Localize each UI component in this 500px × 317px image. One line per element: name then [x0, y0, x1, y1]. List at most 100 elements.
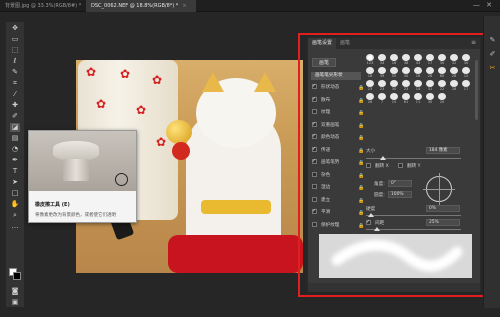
brush-tip-cell[interactable]: 20: [436, 93, 448, 104]
eyedropper-tool-icon[interactable]: ⁄: [10, 90, 20, 99]
brush-tip-cell[interactable]: 15: [388, 93, 400, 104]
size-slider-knob[interactable]: [380, 156, 386, 160]
screen-mode-icon[interactable]: ▣: [10, 298, 20, 307]
zoom-tool-icon[interactable]: ⌕: [10, 211, 20, 220]
brush-tip-cell[interactable]: 31: [424, 80, 436, 91]
lock-icon[interactable]: 🔒: [358, 197, 364, 205]
quick-select-tool-icon[interactable]: ✎: [10, 68, 20, 77]
brush-option-8[interactable]: 杂色: [312, 171, 330, 180]
flip-y-checkbox[interactable]: 翻转 Y: [398, 163, 420, 171]
brush-tip-cell[interactable]: 60: [436, 67, 448, 78]
tab-dsc-0062[interactable]: DSC_0062.NEF @ 18.8%(RGB/8*) * ×: [86, 0, 196, 12]
brush-tip-cell[interactable]: 17: [460, 80, 472, 91]
brush-settings-dock-icon[interactable]: ✎: [488, 36, 497, 45]
brush-tip-cell[interactable]: 61: [400, 93, 412, 104]
eraser-tool-icon[interactable]: ◪: [10, 123, 20, 132]
brush-tip-cell[interactable]: 26: [424, 67, 436, 78]
tab-background-image[interactable]: 背景图.jpg @ 33.3%(RGB/8#) *×: [0, 0, 86, 12]
tab-brushes[interactable]: 画笔: [336, 38, 354, 49]
brush-option-6[interactable]: 传递: [312, 145, 330, 155]
tab-brush-settings[interactable]: 画笔设置: [308, 38, 337, 49]
brush-presets-button[interactable]: 画笔: [312, 58, 336, 67]
clone-source-dock-icon[interactable]: ✂: [488, 64, 497, 73]
spacing-slider-knob[interactable]: [374, 227, 380, 231]
brush-tip-cell[interactable]: 23: [364, 80, 376, 91]
brush-tip-cell[interactable]: 32: [448, 54, 460, 65]
brush-grid-scrollbar[interactable]: [475, 60, 478, 120]
brush-tip-cell[interactable]: 11: [412, 93, 424, 104]
hardness-slider-track[interactable]: [366, 215, 461, 216]
lock-icon[interactable]: 🔒: [358, 84, 364, 92]
panel-menu-icon[interactable]: ≡: [471, 39, 476, 46]
brush-tip-cell[interactable]: 23: [376, 80, 388, 91]
brush-tip-cell[interactable]: 28: [448, 67, 460, 78]
path-select-tool-icon[interactable]: ➤: [10, 178, 20, 187]
brush-tip-cell[interactable]: 38: [400, 54, 412, 65]
gradient-tool-icon[interactable]: ▤: [10, 134, 20, 143]
blur-tool-icon[interactable]: ◔: [10, 145, 20, 154]
lock-icon[interactable]: 🔒: [358, 134, 364, 142]
brush-tip-cell[interactable]: 30: [388, 80, 400, 91]
brush-tip-cell[interactable]: 23: [400, 80, 412, 91]
brush-tip-cell[interactable]: 28: [448, 80, 460, 91]
hardness-field[interactable]: 0%: [426, 205, 460, 212]
brush-tip-cell[interactable]: 43: [412, 54, 424, 65]
marquee-tool-icon[interactable]: ⬚: [10, 46, 20, 55]
healing-brush-tool-icon[interactable]: ✚: [10, 101, 20, 110]
brush-tip-cell[interactable]: 17: [424, 54, 436, 65]
more-tools-icon[interactable]: …: [10, 222, 20, 231]
brush-tip-cell[interactable]: 18: [388, 54, 400, 65]
angle-roundness-dial[interactable]: [423, 173, 455, 205]
brush-tip-cell[interactable]: 123: [364, 54, 376, 65]
lock-icon[interactable]: 🔒: [358, 147, 364, 155]
spacing-field[interactable]: 25%: [426, 219, 460, 226]
lock-icon[interactable]: 🔒: [358, 184, 364, 192]
roundness-field[interactable]: 100%: [388, 191, 412, 198]
brush-tip-cell[interactable]: 55: [388, 67, 400, 78]
flip-x-checkbox[interactable]: 翻转 X: [366, 163, 389, 171]
hand-tool-icon[interactable]: ✋: [10, 200, 20, 209]
brush-tool-icon[interactable]: ✐: [10, 112, 20, 121]
brush-option-3[interactable]: 纹理: [312, 109, 330, 117]
brush-tip-shape-item[interactable]: 画笔笔尖形状: [311, 72, 361, 80]
lock-icon[interactable]: 🔒: [358, 159, 364, 167]
brush-option-10[interactable]: 建立: [312, 196, 330, 205]
brush-option-5[interactable]: 颜色动态: [312, 132, 339, 142]
brush-tip-cell[interactable]: 26: [364, 93, 376, 104]
brush-tip-cell[interactable]: 10: [460, 67, 472, 78]
window-controls[interactable]: — ✕: [473, 1, 494, 9]
brush-tip-cell[interactable]: 30: [460, 54, 472, 65]
rectangle-tool-icon[interactable]: □: [10, 189, 20, 198]
brush-dock-icon[interactable]: ✐: [488, 50, 497, 59]
quick-mask-icon[interactable]: ◙: [10, 287, 20, 296]
angle-field[interactable]: 0°: [388, 180, 412, 187]
brush-option-2[interactable]: 散布: [312, 95, 330, 105]
pen-tool-icon[interactable]: ✒: [10, 156, 20, 165]
brush-option-7[interactable]: 画笔笔势: [312, 157, 339, 167]
lasso-tool-icon[interactable]: ℓ: [10, 57, 20, 66]
type-tool-icon[interactable]: T: [10, 167, 20, 176]
artboard-tool-icon[interactable]: ▭: [10, 35, 20, 44]
lock-icon[interactable]: 🔒: [358, 109, 364, 117]
brush-option-4[interactable]: 双重画笔: [312, 120, 339, 130]
brush-tip-cell[interactable]: 34: [376, 54, 388, 65]
brush-tip-cell[interactable]: 30: [436, 54, 448, 65]
crop-tool-icon[interactable]: ⌗: [10, 79, 20, 88]
brush-tip-cell[interactable]: 30: [424, 93, 436, 104]
hardness-slider-knob[interactable]: [368, 213, 374, 217]
brush-option-1[interactable]: 形状动态: [312, 82, 339, 92]
brush-option-9[interactable]: 湿边: [312, 184, 330, 192]
lock-icon[interactable]: 🔒: [358, 172, 364, 180]
tab-close-icon[interactable]: ×: [182, 3, 186, 9]
brush-tip-cell[interactable]: 30: [400, 67, 412, 78]
brush-option-11[interactable]: 平滑: [312, 207, 330, 217]
lock-icon[interactable]: 🔒: [358, 97, 364, 105]
brush-tip-cell[interactable]: 14: [412, 80, 424, 91]
move-tool-icon[interactable]: ✥: [10, 24, 20, 33]
brush-option-12[interactable]: 保护纹理: [312, 221, 339, 230]
brush-tip-cell[interactable]: 39: [376, 67, 388, 78]
brush-tip-cell[interactable]: 7: [376, 93, 388, 104]
size-field[interactable]: 184 像素: [426, 147, 460, 154]
spacing-slider-track[interactable]: [366, 229, 461, 230]
lock-icon[interactable]: 🔒: [358, 209, 364, 217]
